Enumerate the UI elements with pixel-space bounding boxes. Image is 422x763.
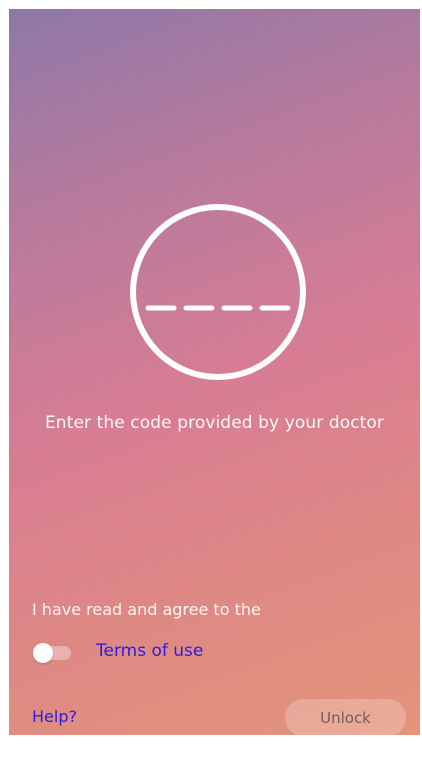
terms-agree-text: I have read and agree to the: [32, 600, 261, 619]
code-circle-icon[interactable]: [128, 202, 308, 382]
terms-of-use-link[interactable]: Terms of use: [96, 641, 203, 661]
code-prompt-text: Enter the code provided by your doctor: [44, 413, 385, 433]
terms-toggle[interactable]: [33, 643, 71, 663]
unlock-button[interactable]: Unlock: [285, 699, 406, 735]
toggle-knob: [33, 643, 53, 663]
code-circle-ring: [130, 204, 306, 380]
help-link[interactable]: Help?: [32, 707, 77, 726]
unlock-screen: Enter the code provided by your doctor I…: [9, 9, 420, 735]
